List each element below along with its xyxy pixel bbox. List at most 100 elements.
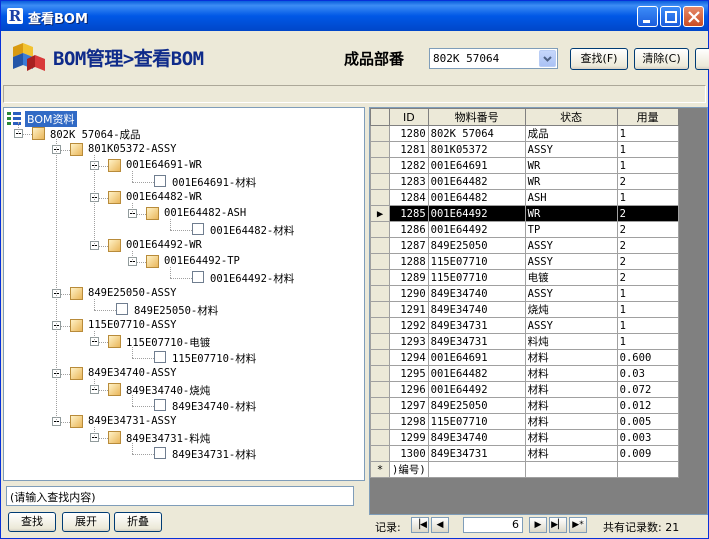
table-row[interactable]: 1283 001E64482 WR 2 xyxy=(370,173,679,190)
cell-quantity[interactable]: 1 xyxy=(616,189,679,206)
table-row[interactable]: 1295 001E64482 材料 0.03 xyxy=(370,365,679,382)
tree-node[interactable]: 849E34740-烧炖 xyxy=(4,382,364,398)
row-selector[interactable] xyxy=(370,173,390,190)
cell-id[interactable]: 1292 xyxy=(389,317,429,334)
cell-part-number[interactable]: 001E64492 xyxy=(427,221,526,238)
tree-node[interactable]: 001E64482-WR xyxy=(4,190,364,206)
cell-id[interactable]: 1288 xyxy=(389,253,429,270)
tree-leaf[interactable]: 849E34740-材料 xyxy=(4,398,364,414)
cell-quantity[interactable]: 2 xyxy=(616,269,679,286)
cell-state[interactable]: ASSY xyxy=(524,237,618,254)
tree-root-label[interactable]: BOM资料 xyxy=(25,111,77,127)
tree-leaf[interactable]: 115E07710-材料 xyxy=(4,350,364,366)
expand-button[interactable]: 展开 xyxy=(62,512,110,532)
tree-node-label[interactable]: 115E07710-ASSY xyxy=(88,319,177,331)
cell-quantity[interactable]: 1 xyxy=(616,333,679,350)
row-selector[interactable] xyxy=(370,413,390,430)
cell-quantity[interactable]: 0.005 xyxy=(616,413,679,430)
cell-part-number[interactable]: 001E64482 xyxy=(427,365,526,382)
column-header-state[interactable]: 状态 xyxy=(524,108,618,126)
cell-id[interactable]: 1297 xyxy=(389,397,429,414)
tree-node-label[interactable]: 001E64492-WR xyxy=(126,239,202,251)
cell-id[interactable]: 1283 xyxy=(389,173,429,190)
tree-node-label[interactable]: 001E64691-材料 xyxy=(172,175,256,190)
cell-state[interactable]: 材料 xyxy=(524,445,618,462)
cell-quantity[interactable]: 0.072 xyxy=(616,381,679,398)
table-row[interactable]: 1292 849E34731 ASSY 1 xyxy=(370,317,679,334)
table-row[interactable]: 1288 115E07710 ASSY 2 xyxy=(370,253,679,270)
cell-quantity[interactable]: 2 xyxy=(616,253,679,270)
table-row[interactable]: 1296 001E64492 材料 0.072 xyxy=(370,381,679,398)
tree-leaf[interactable]: 001E64691-材料 xyxy=(4,174,364,190)
last-record-icon[interactable]: ▶▏ xyxy=(549,517,567,533)
product-part-select[interactable]: 802K 57064 xyxy=(429,48,558,69)
cell-part-number[interactable]: 115E07710 xyxy=(427,413,526,430)
table-row[interactable]: ▶ 1285 001E64492 WR 2 xyxy=(370,205,679,222)
cell-id[interactable]: 1289 xyxy=(389,269,429,286)
tree-find-button[interactable]: 查找 xyxy=(8,512,56,532)
column-header-quantity[interactable]: 用量 xyxy=(616,108,679,126)
cell-id[interactable]: 1287 xyxy=(389,237,429,254)
tree-node-label[interactable]: 849E25050-ASSY xyxy=(88,287,177,299)
clear-button[interactable]: 清除(C) xyxy=(634,48,689,70)
cell-quantity[interactable]: 1 xyxy=(616,301,679,318)
cell-part-number[interactable]: 849E25050 xyxy=(427,237,526,254)
new-record-icon[interactable]: ▶* xyxy=(569,517,587,533)
tree-search-input[interactable]: (请输入查找内容) xyxy=(6,486,354,506)
cell-quantity[interactable]: 2 xyxy=(616,205,679,222)
row-selector[interactable] xyxy=(370,125,390,142)
cell-part-number[interactable]: 801K05372 xyxy=(427,141,526,158)
cell-state[interactable]: ASH xyxy=(524,189,618,206)
new-row-cell[interactable] xyxy=(524,461,618,478)
tree-node-label[interactable]: 115E07710-电镀 xyxy=(126,335,210,350)
maximize-button[interactable] xyxy=(660,6,681,27)
cell-id[interactable]: 1293 xyxy=(389,333,429,350)
tree-node-label[interactable]: 849E34731-ASSY xyxy=(88,415,177,427)
row-selector[interactable] xyxy=(370,141,390,158)
tree-leaf[interactable]: 001E64492-材料 xyxy=(4,270,364,286)
cell-quantity[interactable]: 1 xyxy=(616,125,679,142)
cell-part-number[interactable]: 001E64492 xyxy=(427,381,526,398)
tree-node[interactable]: 849E34731-ASSY xyxy=(4,414,364,430)
tree-node-label[interactable]: 849E34731-材料 xyxy=(172,447,256,462)
row-selector[interactable] xyxy=(370,285,390,302)
table-row[interactable]: 1281 801K05372 ASSY 1 xyxy=(370,141,679,158)
tree-node-label[interactable]: 849E34740-材料 xyxy=(172,399,256,414)
chevron-down-icon[interactable] xyxy=(539,50,556,67)
row-selector[interactable] xyxy=(370,269,390,286)
table-row[interactable]: 1284 001E64482 ASH 1 xyxy=(370,189,679,206)
cell-id[interactable]: 1284 xyxy=(389,189,429,206)
cell-part-number[interactable]: 802K 57064 xyxy=(427,125,526,142)
first-record-icon[interactable]: ▕◀ xyxy=(411,517,429,533)
tree-leaf[interactable]: 001E64482-材料 xyxy=(4,222,364,238)
current-record-input[interactable]: 6 xyxy=(463,517,523,533)
cell-part-number[interactable]: 849E34740 xyxy=(427,429,526,446)
table-row[interactable]: 1286 001E64492 TP 2 xyxy=(370,221,679,238)
row-selector[interactable] xyxy=(370,381,390,398)
cell-quantity[interactable]: 0.003 xyxy=(616,429,679,446)
table-row[interactable]: 1282 001E64691 WR 1 xyxy=(370,157,679,174)
cell-part-number[interactable]: 115E07710 xyxy=(427,253,526,270)
bom-tree[interactable]: BOM资料 802K 57064-成品 801K05372-ASSY 001E646… xyxy=(3,107,365,481)
bom-grid[interactable]: ID 物料番号 状态 用量 1280 802K 57064 成品 1 1281 801K0… xyxy=(369,107,708,515)
cell-quantity[interactable]: 2 xyxy=(616,173,679,190)
tree-leaf[interactable]: 849E34731-材料 xyxy=(4,446,364,462)
tree-node-label[interactable]: 849E25050-材料 xyxy=(134,303,218,318)
cell-id[interactable]: 1285 xyxy=(389,205,429,222)
tree-node[interactable]: 849E25050-ASSY xyxy=(4,286,364,302)
table-row[interactable]: 1297 849E25050 材料 0.012 xyxy=(370,397,679,414)
cell-state[interactable]: ASSY xyxy=(524,141,618,158)
cell-part-number[interactable]: 849E25050 xyxy=(427,397,526,414)
cell-state[interactable]: 材料 xyxy=(524,365,618,382)
new-row-placeholder[interactable]: )编号) xyxy=(389,461,429,478)
cell-state[interactable]: 电镀 xyxy=(524,269,618,286)
row-selector[interactable] xyxy=(370,365,390,382)
row-selector[interactable] xyxy=(370,397,390,414)
row-selector[interactable] xyxy=(370,429,390,446)
find-button[interactable]: 查找(F) xyxy=(570,48,628,70)
cell-quantity[interactable]: 1 xyxy=(616,285,679,302)
tree-node[interactable]: 001E64691-WR xyxy=(4,158,364,174)
tree-node-label[interactable]: 001E64482-ASH xyxy=(164,207,246,219)
table-row[interactable]: 1293 849E34731 料炖 1 xyxy=(370,333,679,350)
cell-id[interactable]: 1291 xyxy=(389,301,429,318)
